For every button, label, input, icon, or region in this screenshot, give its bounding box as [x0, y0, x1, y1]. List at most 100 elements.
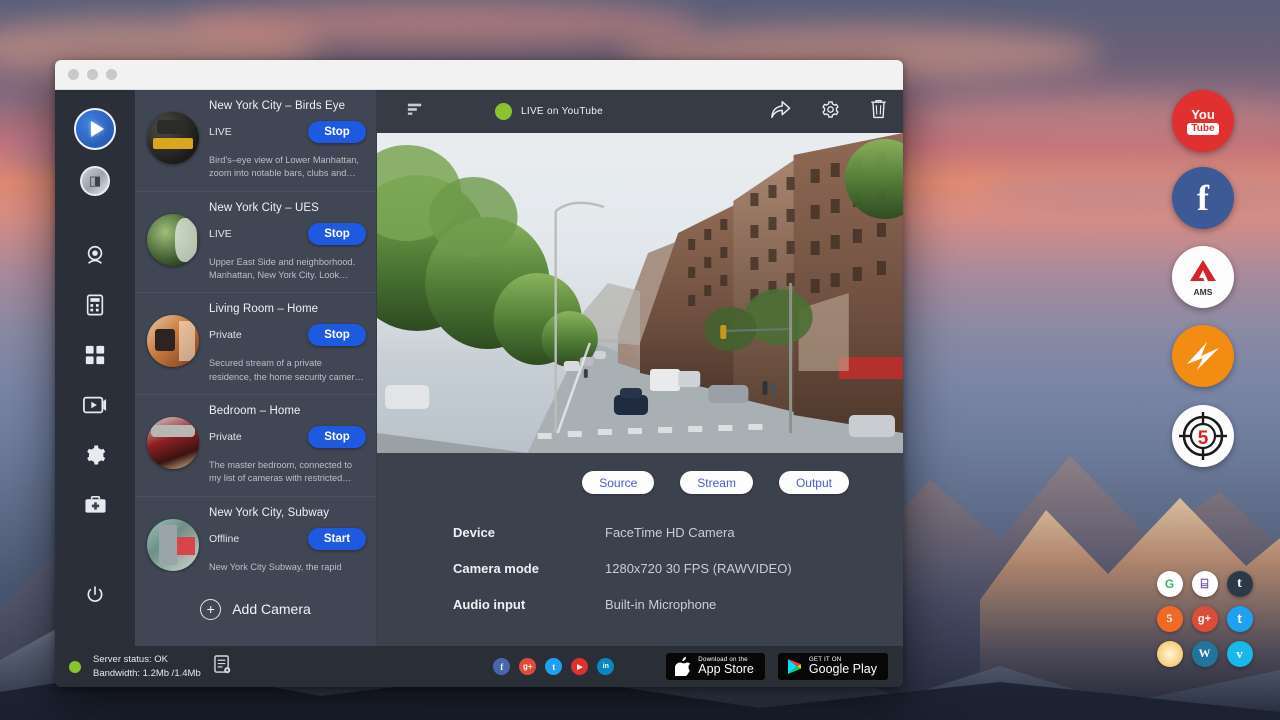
vimeo-icon[interactable]: v: [1227, 641, 1253, 667]
field-label: Camera mode: [453, 561, 605, 576]
app-logo[interactable]: [74, 108, 116, 150]
camera-title: New York City – Birds Eye: [209, 100, 366, 112]
camera-state: LIVE: [209, 126, 232, 138]
linkedin-icon[interactable]: in: [597, 658, 614, 675]
zoom-button[interactable]: [106, 69, 117, 80]
facebook-icon[interactable]: f: [493, 658, 510, 675]
sidebar-item-settings[interactable]: [69, 430, 121, 480]
close-button[interactable]: [68, 69, 79, 80]
camera-thumbnail: [147, 112, 199, 164]
facebook-desktop-icon[interactable]: f: [1172, 167, 1234, 229]
server-status: Server status: OK Bandwidth: 1.2Mb /1.4M…: [69, 653, 231, 681]
camera-action-button[interactable]: Start: [308, 528, 366, 550]
list-item[interactable]: New York City – Birds Eye LIVE Stop Bird…: [135, 90, 376, 192]
live-status-label: LIVE on YouTube: [521, 106, 603, 117]
power-button[interactable]: [69, 570, 121, 620]
twitter-icon[interactable]: t: [545, 658, 562, 675]
camera-state: Private: [209, 431, 242, 443]
camera-state: Private: [209, 329, 242, 341]
youtube-icon[interactable]: ▶: [571, 658, 588, 675]
status-bar: Server status: OK Bandwidth: 1.2Mb /1.4M…: [55, 646, 903, 687]
google-play-badge[interactable]: GET IT ON Google Play: [777, 652, 889, 681]
field-value: FaceTime HD Camera: [605, 525, 735, 540]
flare-icon[interactable]: [1157, 641, 1183, 667]
server-status-text: Server status: OK Bandwidth: 1.2Mb /1.4M…: [93, 653, 201, 681]
camera-state: LIVE: [209, 228, 232, 240]
camera-title: Living Room – Home: [209, 303, 366, 315]
share-icon[interactable]: [770, 100, 791, 124]
sidebar-item-player[interactable]: [69, 380, 121, 430]
twitter-icon[interactable]: t: [1227, 606, 1253, 632]
adobe-ams-desktop-icon[interactable]: AMS: [1172, 246, 1234, 308]
list-item[interactable]: New York City, Subway Offline Start New …: [135, 497, 376, 572]
app-window: ◨: [55, 60, 903, 687]
camera-action-button[interactable]: Stop: [308, 324, 366, 346]
camera-status-row: Private Stop: [209, 426, 366, 448]
camera-info: New York City – Birds Eye LIVE Stop Bird…: [209, 100, 366, 181]
toolbar: LIVE on YouTube: [377, 90, 903, 133]
avatar[interactable]: ◨: [80, 166, 110, 196]
channel-five-desktop-icon[interactable]: 5: [1172, 405, 1234, 467]
camera-info: New York City, Subway Offline Start New …: [209, 507, 366, 572]
five-icon[interactable]: 5: [1157, 606, 1183, 632]
app-store-big: App Store: [698, 663, 754, 676]
gear-glyph: [821, 100, 840, 119]
left-rail: ◨: [55, 90, 135, 646]
minimize-button[interactable]: [87, 69, 98, 80]
camera-description: New York City Subway, the rapid transit …: [209, 561, 366, 572]
app-store-badge[interactable]: Download on the App Store: [665, 652, 766, 681]
window-titlebar[interactable]: [55, 60, 903, 90]
details-panel: Source Stream Output Device FaceTime HD …: [377, 453, 903, 646]
google-plus-icon[interactable]: g+: [519, 658, 536, 675]
tab-output[interactable]: Output: [779, 471, 849, 494]
desktop-icon-tray: G ⌸ t 5 g+ t W v: [1152, 566, 1257, 671]
camera-action-button[interactable]: Stop: [308, 426, 366, 448]
sort-icon[interactable]: [407, 101, 423, 122]
wowza-desktop-icon[interactable]: [1172, 325, 1234, 387]
app-store-text: Download on the App Store: [698, 657, 754, 677]
tab-bar: Source Stream Output: [453, 471, 875, 494]
list-item[interactable]: New York City – UES LIVE Stop Upper East…: [135, 192, 376, 294]
target-five-glyph: 5: [1176, 409, 1230, 463]
tumblr-icon[interactable]: t: [1227, 571, 1253, 597]
sidebar-item-layouts[interactable]: [69, 330, 121, 380]
device-panel-icon: [85, 294, 105, 316]
camera-status-row: LIVE Stop: [209, 121, 366, 143]
source-fields: Device FaceTime HD Camera Camera mode 12…: [453, 525, 875, 612]
camera-state: Offline: [209, 533, 239, 545]
tab-source[interactable]: Source: [582, 471, 654, 494]
camera-description: Secured stream of a private residence, t…: [209, 357, 366, 384]
camera-action-button[interactable]: Stop: [308, 223, 366, 245]
google-plus-icon[interactable]: g+: [1192, 606, 1218, 632]
camera-action-button[interactable]: Stop: [308, 121, 366, 143]
google-play-icon: [787, 658, 802, 675]
bandwidth-label: Bandwidth: 1.2Mb /1.4Mb: [93, 668, 201, 679]
sidebar-item-devices[interactable]: [69, 280, 121, 330]
sort-glyph: [407, 101, 423, 117]
add-camera-button[interactable]: + Add Camera: [135, 572, 376, 646]
adobe-glyph: [1189, 258, 1217, 283]
cloud: [980, 170, 1280, 210]
log-icon[interactable]: [214, 655, 231, 679]
trash-glyph: [870, 99, 887, 119]
gear-icon[interactable]: [821, 100, 840, 124]
tab-stream[interactable]: Stream: [680, 471, 753, 494]
youtube-desktop-icon[interactable]: You Tube: [1172, 90, 1234, 152]
list-item[interactable]: Living Room – Home Private Stop Secured …: [135, 293, 376, 395]
wordpress-icon[interactable]: W: [1192, 641, 1218, 667]
status-badge: [495, 103, 512, 120]
camera-list[interactable]: New York City – Birds Eye LIVE Stop Bird…: [135, 90, 376, 572]
camera-thumbnail: [147, 417, 199, 469]
sidebar-item-diagnostics[interactable]: [69, 480, 121, 530]
list-item[interactable]: Bedroom – Home Private Stop The master b…: [135, 395, 376, 497]
twitch-icon[interactable]: ⌸: [1192, 571, 1218, 597]
video-preview[interactable]: [377, 133, 903, 453]
camera-title: New York City – UES: [209, 202, 366, 214]
camera-info: Bedroom – Home Private Stop The master b…: [209, 405, 366, 486]
sidebar-item-cameras[interactable]: [69, 230, 121, 280]
grasshopper-icon[interactable]: G: [1157, 571, 1183, 597]
field-camera-mode: Camera mode 1280x720 30 FPS (RAWVIDEO): [453, 561, 875, 576]
plus-icon: +: [200, 599, 221, 620]
street-scene: [377, 133, 903, 453]
trash-icon[interactable]: [870, 99, 887, 124]
